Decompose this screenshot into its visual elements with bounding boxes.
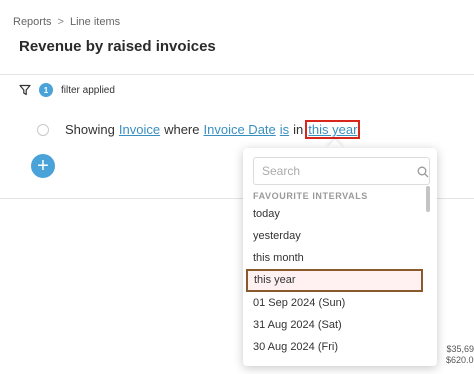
breadcrumb-separator: >: [57, 16, 64, 28]
search-icon: [417, 165, 429, 178]
partial-values: $35,69 $620.00: [446, 344, 474, 366]
plus-icon: +: [37, 155, 49, 177]
interval-item-today[interactable]: today: [243, 203, 425, 225]
in-text: in: [293, 122, 304, 137]
filter-radio[interactable]: [37, 123, 49, 136]
header-divider: [0, 74, 474, 75]
value-line-1: $35,69: [446, 344, 474, 354]
interval-item-date[interactable]: 31 Aug 2024 (Sat): [243, 314, 425, 336]
field-link[interactable]: Invoice Date: [204, 122, 276, 137]
interval-item-this-month[interactable]: this month: [243, 247, 425, 269]
search-input[interactable]: [262, 164, 417, 178]
scrollbar-thumb[interactable]: [426, 186, 430, 212]
section-divider: [0, 198, 244, 199]
breadcrumb-current: Line items: [69, 16, 121, 28]
value-line-2: $620.00: [446, 355, 474, 365]
entity-link[interactable]: Invoice: [119, 122, 160, 137]
filter-label: filter applied: [61, 84, 115, 96]
where-text: where: [164, 122, 200, 137]
value-highlight: this year: [305, 120, 361, 139]
interval-item-this-year[interactable]: this year: [246, 269, 423, 292]
page-title: Revenue by raised invoices: [19, 38, 216, 55]
funnel-icon: [19, 84, 31, 96]
section-divider-right: [437, 198, 474, 199]
interval-item-date[interactable]: 30 Aug 2024 (Fri): [243, 336, 425, 358]
interval-item-yesterday[interactable]: yesterday: [243, 225, 425, 247]
breadcrumb-reports-link[interactable]: Reports: [13, 16, 52, 28]
filter-count-badge: 1: [39, 83, 53, 97]
section-header: FAVOURITE INTERVALS: [253, 191, 368, 201]
interval-item-date[interactable]: 01 Sep 2024 (Sun): [243, 292, 425, 314]
add-filter-button[interactable]: +: [31, 154, 55, 178]
interval-list: FAVOURITE INTERVALS today yesterday this…: [243, 186, 425, 358]
dropdown-search[interactable]: [253, 157, 430, 185]
filter-summary[interactable]: 1 filter applied: [19, 83, 115, 97]
interval-dropdown: FAVOURITE INTERVALS today yesterday this…: [243, 148, 437, 366]
value-link[interactable]: this year: [308, 122, 357, 137]
showing-text: Showing: [65, 122, 115, 137]
filter-sentence: Showing Invoice where Invoice Date is in…: [37, 120, 361, 139]
breadcrumb: Reports > Line items: [13, 16, 120, 28]
operator-link[interactable]: is: [280, 122, 289, 137]
